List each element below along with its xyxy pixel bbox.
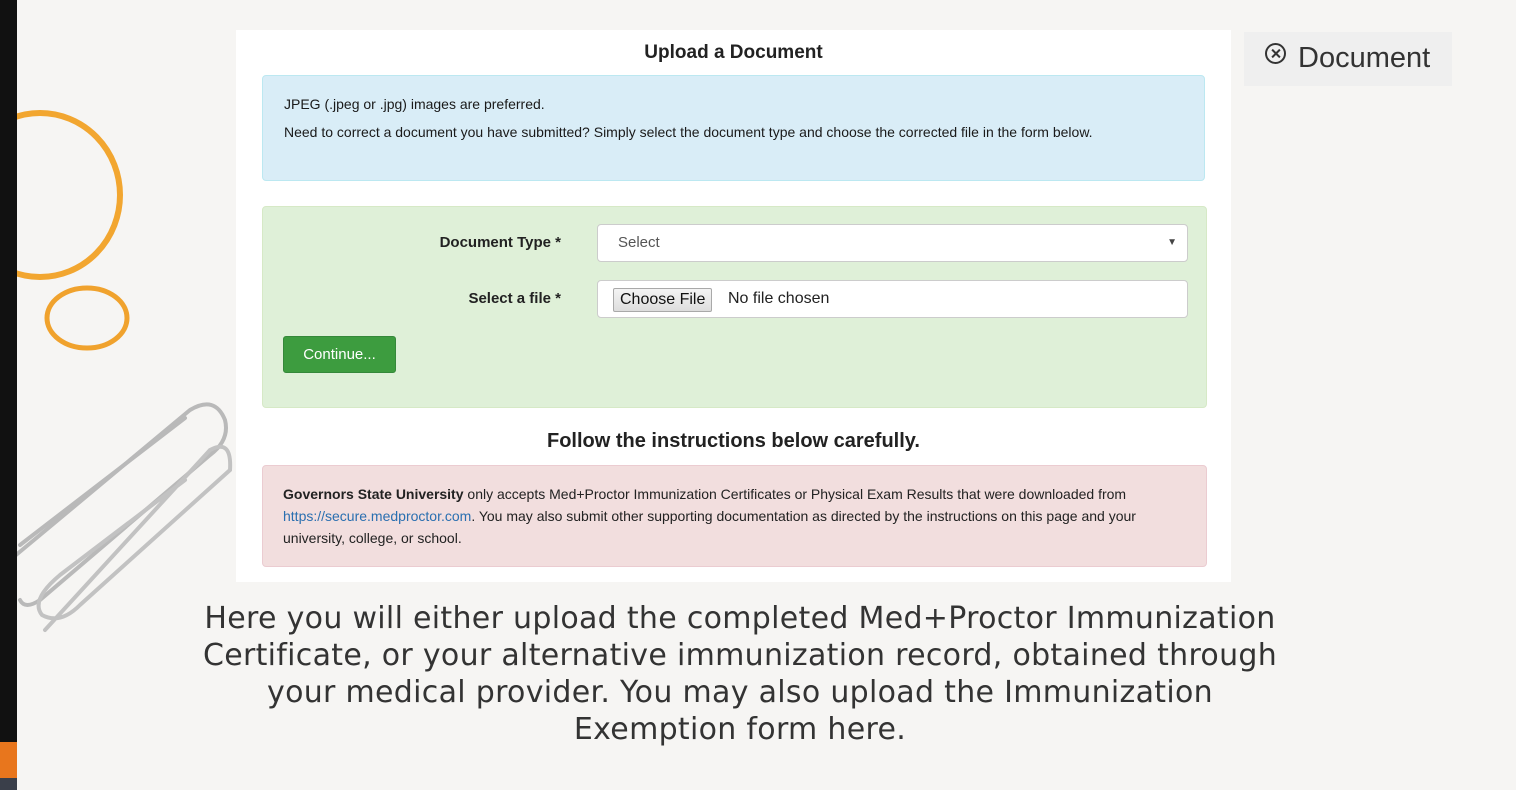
choose-file-button[interactable]: Choose File — [613, 288, 713, 312]
chevron-down-icon: ▼ — [1167, 237, 1177, 248]
rubber-band-large — [0, 110, 123, 280]
document-tab[interactable]: Document — [1244, 32, 1452, 86]
desk-decoration — [0, 110, 233, 632]
instructions-heading: Follow the instructions below carefully. — [546, 430, 920, 452]
slide-left-border — [0, 0, 17, 790]
medproctor-link[interactable]: https://secure.medproctor.com — [283, 508, 471, 524]
file-input[interactable]: Choose File No file chosen — [597, 280, 1188, 318]
university-name: Governors State University — [283, 486, 464, 502]
warning-alert: Governors State University only accepts … — [262, 465, 1207, 567]
warning-text-1: only accepts Med+Proctor Immunization Ce… — [463, 486, 1127, 502]
no-file-text: No file chosen — [728, 290, 830, 307]
select-file-label: Select a file * — [468, 290, 561, 307]
info-correction-note: Need to correct a document you have subm… — [284, 124, 1093, 140]
upload-form: Document Type * Select ▼ Select a file *… — [262, 206, 1207, 408]
info-jpeg-note: JPEG (.jpeg or .jpg) images are preferre… — [284, 96, 545, 112]
slide-accent-orange — [0, 742, 17, 778]
info-alert: JPEG (.jpeg or .jpg) images are preferre… — [262, 75, 1205, 181]
rubber-band-small — [44, 285, 130, 351]
close-circle-icon[interactable] — [1265, 43, 1286, 64]
document-type-value: Select — [618, 234, 660, 251]
continue-button[interactable]: Continue... — [283, 336, 396, 373]
upload-document-panel: Upload a Document JPEG (.jpeg or .jpg) i… — [236, 30, 1231, 582]
page-title: Upload a Document — [644, 42, 823, 63]
document-tab-label: Document — [1298, 42, 1431, 74]
slide-caption: Here you will either upload the complete… — [202, 601, 1278, 747]
slide-accent-dark — [0, 778, 17, 790]
document-type-label: Document Type * — [439, 234, 561, 251]
document-type-select[interactable]: Select ▼ — [597, 224, 1188, 262]
